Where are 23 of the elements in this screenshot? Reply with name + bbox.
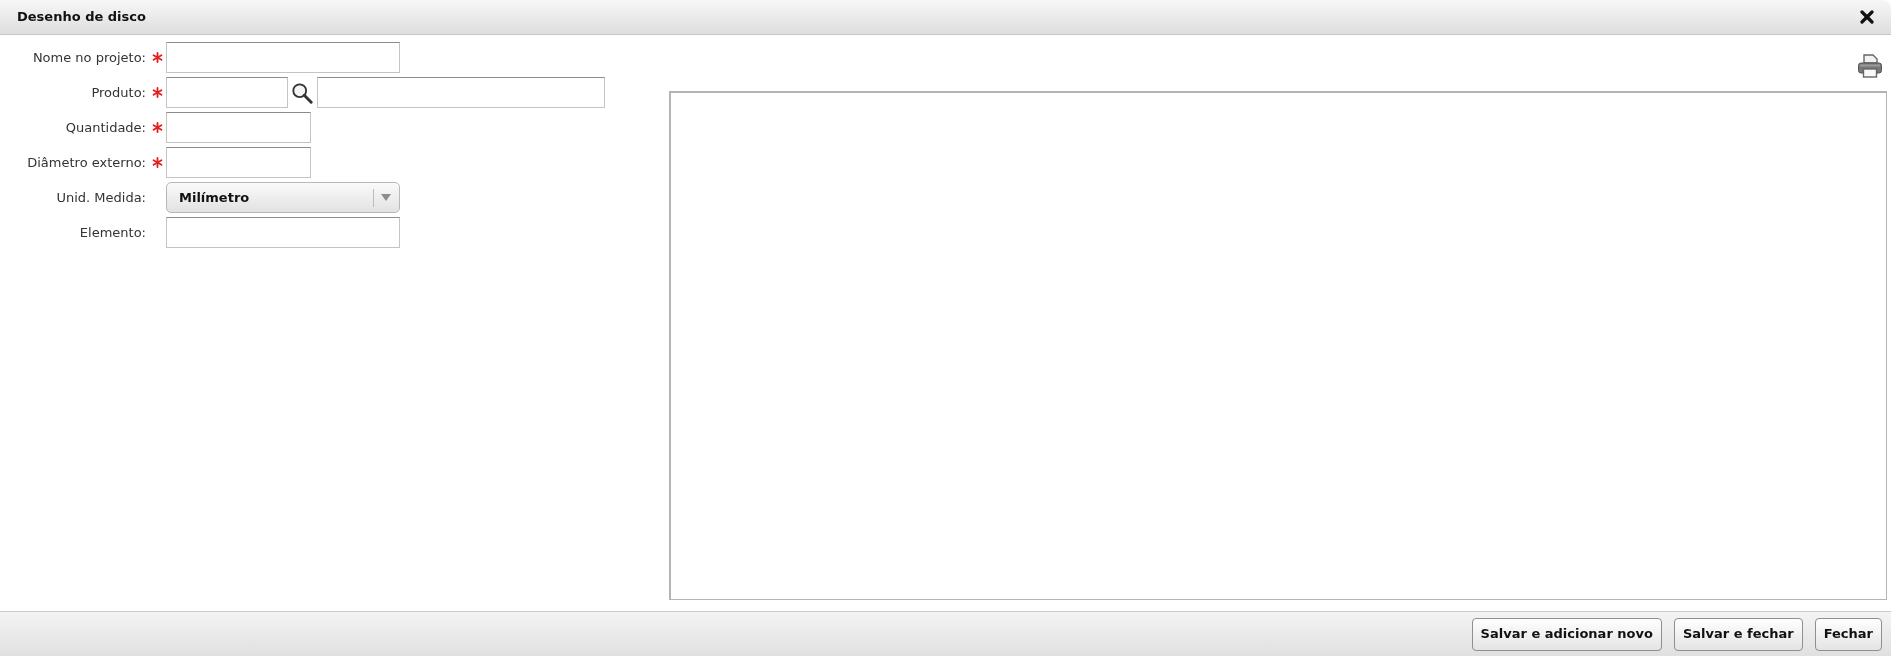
number-input[interactable] (166, 112, 311, 143)
action-button[interactable]: Fechar (1814, 617, 1882, 651)
field-label: Quantidade: (64, 118, 147, 137)
field-label: Nome no projeto: (31, 48, 147, 67)
printer-icon (1857, 54, 1883, 78)
text-input[interactable] (166, 42, 400, 73)
code-input[interactable] (166, 77, 288, 108)
field-label: Diâmetro externo: (26, 153, 147, 172)
number-input[interactable] (166, 147, 311, 178)
print-button[interactable] (1857, 54, 1883, 78)
close-button[interactable] (1859, 9, 1875, 25)
text-input[interactable] (166, 217, 400, 248)
close-icon (1860, 10, 1874, 24)
caret-icon (381, 194, 391, 201)
action-button[interactable]: Salvar e fechar (1673, 617, 1803, 651)
field-label: Produto: (90, 83, 147, 102)
search-icon (290, 81, 313, 104)
field-label: Unid. Medida: (55, 188, 147, 207)
window-title: Desenho de disco (17, 8, 146, 27)
action-button[interactable]: Salvar e adicionar novo (1471, 617, 1662, 651)
unit-dropdown[interactable]: Milímetro (166, 182, 400, 213)
description-input[interactable] (317, 77, 605, 108)
field-label: Elemento: (78, 223, 147, 242)
